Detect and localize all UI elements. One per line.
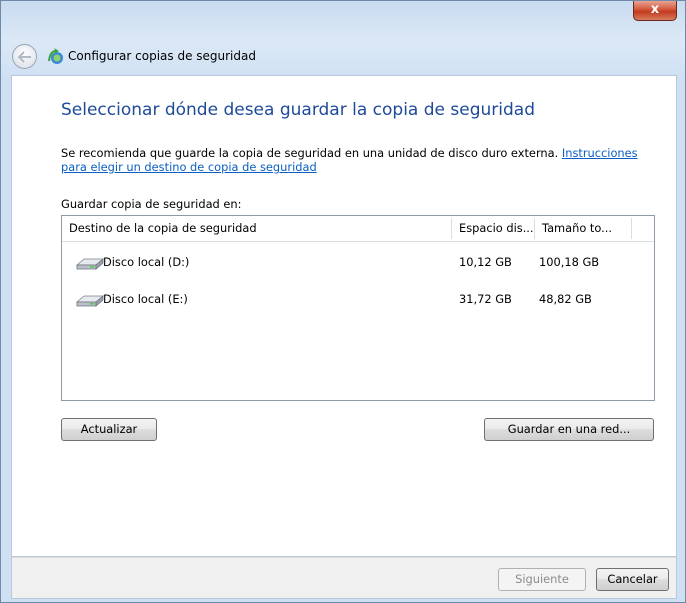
footer-bar: Siguiente Cancelar [11,557,677,599]
destination-list[interactable]: Destino de la copia de seguridad Espacio… [61,215,655,401]
list-item[interactable]: Disco local (D:) 10,12 GB 100,18 GB [62,248,654,278]
description-text: Se recomienda que guarde la copia de seg… [61,146,559,160]
column-separator[interactable] [631,218,632,239]
column-header-total-size[interactable]: Tamaño to... [535,216,631,241]
drive-name: Disco local (D:) [103,255,190,269]
drive-total-size: 100,18 GB [539,255,600,269]
hard-drive-icon [75,258,105,270]
drive-free-space: 31,72 GB [459,292,512,306]
backup-app-icon [48,48,63,64]
window-title: Configurar copias de seguridad [68,49,256,63]
page-heading: Seleccionar dónde desea guardar la copia… [61,100,535,120]
drive-total-size: 48,82 GB [539,292,592,306]
content-panel: Seleccionar dónde desea guardar la copia… [11,75,677,557]
title-bar: x Configurar copias de seguridad [1,1,685,75]
save-on-network-button[interactable]: Guardar en una red... [484,418,654,441]
list-header: Destino de la copia de seguridad Espacio… [62,216,654,242]
back-arrow-icon [17,50,31,63]
refresh-button[interactable]: Actualizar [61,418,157,441]
cancel-button[interactable]: Cancelar [596,568,669,591]
column-header-destination[interactable]: Destino de la copia de seguridad [62,216,452,241]
hard-drive-icon [75,295,105,307]
back-button[interactable] [12,44,37,69]
window: x Configurar copias de seguridad Selecci… [0,0,686,603]
drive-free-space: 10,12 GB [459,255,512,269]
save-location-label: Guardar copia de seguridad en: [61,197,242,211]
next-button[interactable]: Siguiente [498,568,586,591]
description: Se recomienda que guarde la copia de seg… [61,146,651,174]
close-button[interactable]: x [633,1,677,21]
drive-name: Disco local (E:) [103,292,188,306]
list-item[interactable]: Disco local (E:) 31,72 GB 48,82 GB [62,285,654,315]
column-header-free-space[interactable]: Espacio dis... [452,216,534,241]
